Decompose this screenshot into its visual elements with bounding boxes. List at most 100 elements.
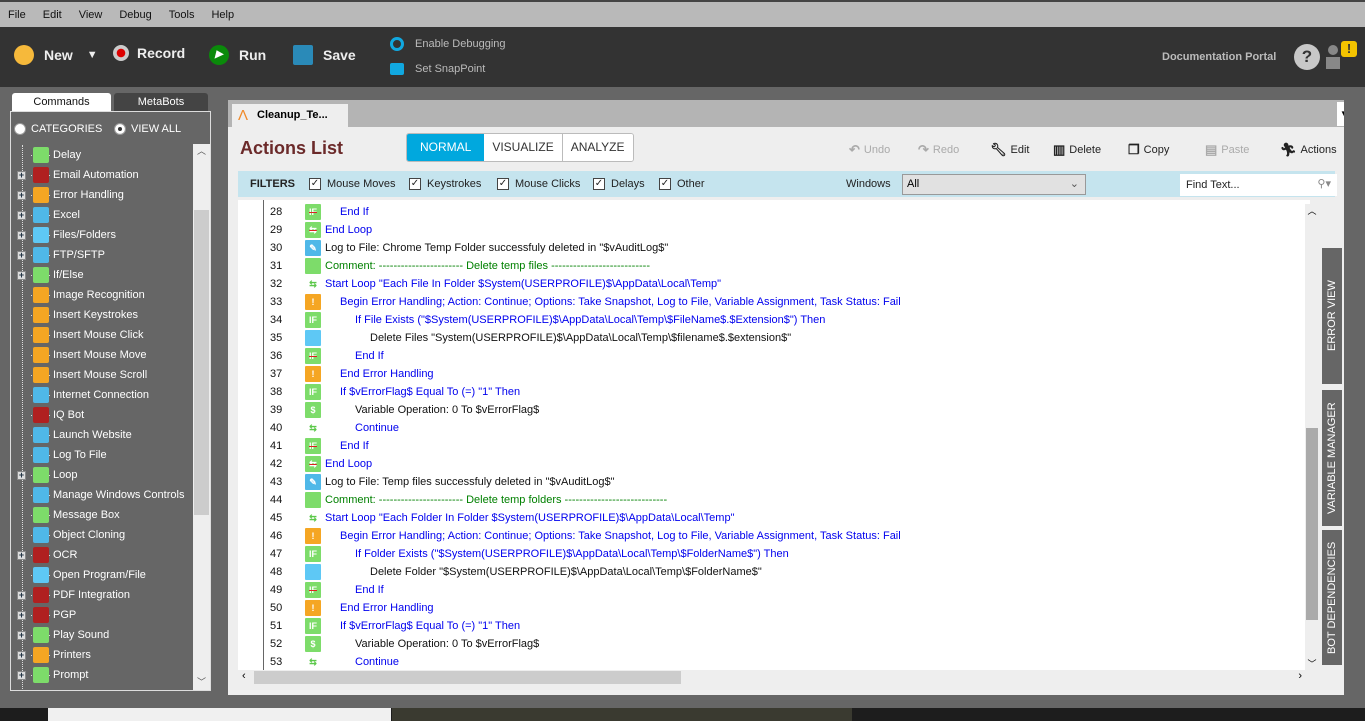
new-dropdown-icon[interactable]: ▼: [87, 49, 98, 61]
scroll-down-icon[interactable]: ﹀: [1305, 657, 1319, 670]
action-row[interactable]: 35 Delete Files "System(USERPROFILE)$\App…: [238, 329, 1308, 347]
action-row[interactable]: 47 IF If Folder Exists ("$System(USERPROFI…: [238, 545, 1308, 563]
action-row[interactable]: 30 ✎ Log to File: Chrome Temp Folder succe…: [238, 239, 1308, 257]
scroll-up-icon[interactable]: ︿: [193, 144, 210, 157]
action-row[interactable]: 39 $ Variable Operation: 0 To $vErrorFlag$: [238, 401, 1308, 419]
save-button[interactable]: Save: [293, 45, 356, 65]
scroll-up-icon[interactable]: ︿: [1305, 204, 1319, 217]
action-row[interactable]: 28 IF End If: [238, 203, 1308, 221]
scroll-thumb[interactable]: [254, 671, 681, 684]
paste-button[interactable]: ▤ Paste: [1205, 142, 1249, 158]
action-row[interactable]: 38 IF If $vErrorFlag$ Equal To (=) "1" The…: [238, 383, 1308, 401]
filter-delays[interactable]: ✓ Delays: [593, 178, 645, 190]
copy-button[interactable]: ❐ Copy: [1128, 142, 1169, 158]
menu-debug[interactable]: Debug: [111, 9, 151, 21]
taskbar-search-box[interactable]: [48, 708, 391, 721]
scroll-right-icon[interactable]: ›: [1298, 670, 1302, 682]
checkbox-checked-icon[interactable]: ✓: [409, 178, 421, 190]
menu-edit[interactable]: Edit: [35, 9, 62, 21]
action-row[interactable]: 36 IF End If: [238, 347, 1308, 365]
delete-button[interactable]: ▥ Delete: [1053, 142, 1101, 158]
categories-radio[interactable]: CATEGORIES: [14, 123, 102, 135]
mode-normal[interactable]: NORMAL: [407, 134, 485, 161]
commands-scrollbar[interactable]: ︿ ﹀: [193, 144, 210, 690]
find-text-input[interactable]: Find Text... ⚲▾: [1180, 174, 1337, 196]
error-view-tab[interactable]: ERROR VIEW: [1322, 248, 1342, 384]
filter-mouse-clicks[interactable]: ✓ Mouse Clicks: [497, 178, 580, 190]
action-row[interactable]: 43 ✎ Log to File: Temp files successfuly d…: [238, 473, 1308, 491]
expand-icon[interactable]: +: [17, 610, 26, 620]
action-row[interactable]: 53 ⇆ Continue: [238, 653, 1308, 670]
bot-dependencies-tab[interactable]: BOT DEPENDENCIES: [1322, 530, 1342, 665]
enable-debugging-toggle[interactable]: Enable Debugging: [390, 37, 506, 51]
help-icon[interactable]: ?: [1294, 44, 1320, 70]
action-row[interactable]: 33! Begin Error Handling; Action: Continu…: [238, 293, 1308, 311]
menu-view[interactable]: View: [71, 9, 103, 21]
set-snappoint-button[interactable]: Set SnapPoint: [390, 63, 485, 75]
action-row[interactable]: 32 ⇆ Start Loop "Each File In Folder $Syst…: [238, 275, 1308, 293]
expand-icon[interactable]: +: [17, 590, 26, 600]
mode-visualize[interactable]: VISUALIZE: [484, 134, 562, 161]
user-icon[interactable]: [1326, 45, 1340, 69]
actions-button[interactable]: 🏃︎ Actions: [1280, 142, 1337, 158]
record-button[interactable]: Record: [113, 45, 185, 61]
action-row[interactable]: 42 ⇆ End Loop: [238, 455, 1308, 473]
expand-icon[interactable]: +: [17, 670, 26, 680]
scroll-thumb[interactable]: [194, 210, 209, 515]
expand-icon[interactable]: +: [17, 650, 26, 660]
action-row[interactable]: 44 Comment: ----------------------- Delet…: [238, 491, 1308, 509]
filter-mouse-moves[interactable]: ✓ Mouse Moves: [309, 178, 395, 190]
expand-icon[interactable]: +: [17, 550, 26, 560]
action-row[interactable]: 40 ⇆ Continue: [238, 419, 1308, 437]
list-horizontal-scrollbar[interactable]: ‹ ›: [238, 670, 1310, 685]
view-all-radio[interactable]: VIEW ALL: [114, 123, 181, 135]
expand-icon[interactable]: +: [17, 190, 26, 200]
action-row[interactable]: 49 IF End If: [238, 581, 1308, 599]
edit-button[interactable]: 🔧︎ Edit: [990, 142, 1029, 158]
filter-other[interactable]: ✓ Other: [659, 178, 705, 190]
variable-manager-tab[interactable]: VARIABLE MANAGER: [1322, 390, 1342, 526]
expand-icon[interactable]: +: [17, 250, 26, 260]
expand-icon[interactable]: +: [17, 630, 26, 640]
expand-icon[interactable]: +: [17, 170, 26, 180]
menu-help[interactable]: Help: [203, 9, 234, 21]
checkbox-checked-icon[interactable]: ✓: [497, 178, 509, 190]
tab-metabots[interactable]: MetaBots: [114, 93, 208, 111]
taskbar-apps[interactable]: [392, 708, 852, 721]
documentation-portal-link[interactable]: Documentation Portal: [1162, 51, 1276, 63]
menu-file[interactable]: File: [0, 9, 26, 21]
action-row[interactable]: 48 Delete Folder "$System(USERPROFILE)$\A…: [238, 563, 1308, 581]
action-row[interactable]: 50! End Error Handling: [238, 599, 1308, 617]
action-row[interactable]: 41 IF End If: [238, 437, 1308, 455]
tab-commands[interactable]: Commands: [12, 93, 111, 111]
expand-icon[interactable]: +: [17, 230, 26, 240]
checkbox-checked-icon[interactable]: ✓: [659, 178, 671, 190]
checkbox-checked-icon[interactable]: ✓: [593, 178, 605, 190]
checkbox-checked-icon[interactable]: ✓: [309, 178, 321, 190]
action-row[interactable]: 34 IF If File Exists ("$System(USERPROFILE…: [238, 311, 1308, 329]
action-row[interactable]: 52 $ Variable Operation: 0 To $vErrorFlag$: [238, 635, 1308, 653]
action-row[interactable]: 29 ⇆ End Loop: [238, 221, 1308, 239]
mode-analyze[interactable]: ANALYZE: [561, 134, 633, 161]
redo-button[interactable]: ↷ Redo: [918, 142, 959, 158]
action-row[interactable]: 46! Begin Error Handling; Action: Continu…: [238, 527, 1308, 545]
action-row[interactable]: 37! End Error Handling: [238, 365, 1308, 383]
action-row[interactable]: 51 IF If $vErrorFlag$ Equal To (=) "1" The…: [238, 617, 1308, 635]
action-row[interactable]: 45 ⇆ Start Loop "Each Folder In Folder $Sy…: [238, 509, 1308, 527]
document-tab[interactable]: Λ Cleanup_Te...: [232, 104, 348, 127]
filter-keystrokes[interactable]: ✓ Keystrokes: [409, 178, 481, 190]
new-button[interactable]: New ▼: [14, 45, 98, 65]
scroll-left-icon[interactable]: ‹: [242, 670, 246, 682]
expand-icon[interactable]: +: [17, 270, 26, 280]
notification-alert-icon[interactable]: !: [1341, 41, 1357, 57]
search-icon[interactable]: ⚲▾: [1317, 177, 1331, 190]
undo-button[interactable]: ↶ Undo: [849, 142, 890, 158]
scroll-down-icon[interactable]: ﹀: [193, 675, 210, 688]
expand-icon[interactable]: +: [17, 470, 26, 480]
run-button[interactable]: ▶ Run: [209, 45, 266, 65]
menu-tools[interactable]: Tools: [161, 9, 195, 21]
expand-icon[interactable]: +: [17, 210, 26, 220]
windows-select[interactable]: All ⌄: [902, 174, 1086, 195]
action-row[interactable]: 31 Comment: ----------------------- Delet…: [238, 257, 1308, 275]
scroll-thumb[interactable]: [1306, 428, 1318, 620]
